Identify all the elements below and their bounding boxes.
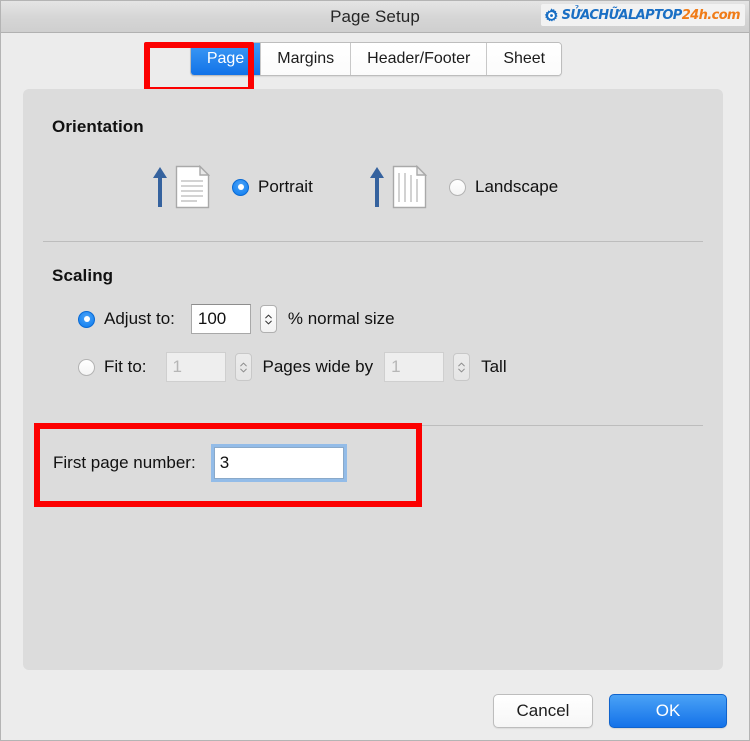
radio-portrait[interactable] — [232, 178, 249, 196]
orientation-portrait-group[interactable]: Portrait — [151, 165, 313, 209]
fit-pages-tall-input[interactable]: 1 — [384, 352, 445, 382]
ok-button[interactable]: OK — [609, 694, 727, 728]
orientation-landscape-group[interactable]: Landscape — [368, 165, 558, 209]
radio-portrait-label: Portrait — [258, 177, 313, 196]
scaling-fit-row[interactable]: Fit to: 1 Pages wide by 1 Tall — [78, 352, 507, 382]
site-watermark-logo: SỬACHỮALAPTOP24h.com — [540, 4, 745, 26]
watermark-text-24h: 24h — [681, 7, 708, 23]
cancel-button[interactable]: Cancel — [493, 694, 593, 728]
radio-adjust-to[interactable] — [78, 310, 95, 328]
fit-pages-wide-input[interactable]: 1 — [165, 352, 226, 382]
orientation-section-title: Orientation — [52, 117, 144, 136]
landscape-page-icon — [368, 165, 427, 209]
watermark-text-tld: .com — [707, 7, 740, 23]
fit-pages-tall-stepper[interactable] — [453, 353, 471, 381]
scaling-section-title: Scaling — [52, 266, 114, 285]
first-page-number-label: First page number: — [53, 453, 196, 472]
fit-pages-wide-by-label: Pages wide by — [262, 357, 374, 376]
portrait-page-icon — [151, 165, 210, 209]
radio-fit-to-label: Fit to: — [104, 357, 147, 376]
scaling-adjust-row[interactable]: Adjust to: 100 % normal size — [78, 304, 395, 334]
adjust-percent-suffix-label: % normal size — [287, 309, 395, 328]
divider-scaling-firstpage — [43, 425, 703, 426]
first-page-number-row[interactable]: First page number: 3 — [53, 444, 347, 482]
gear-icon — [544, 7, 559, 23]
radio-landscape-label: Landscape — [475, 177, 559, 196]
page-settings-panel: Orientation Portrait Landscape Scaling A… — [23, 89, 723, 670]
tab-sheet[interactable]: Sheet — [487, 43, 562, 75]
radio-fit-to[interactable] — [78, 358, 95, 376]
page-setup-dialog: Page Setup SỬACHỮALAPTOP24h.com Page Mar… — [0, 0, 750, 741]
dialog-titlebar: Page Setup SỬACHỮALAPTOP24h.com — [1, 1, 749, 33]
tab-bar: Page Margins Header/Footer Sheet — [1, 33, 749, 85]
fit-tall-label: Tall — [481, 357, 507, 376]
adjust-percent-stepper[interactable] — [259, 305, 277, 333]
tab-header-footer[interactable]: Header/Footer — [351, 43, 488, 75]
radio-landscape[interactable] — [449, 178, 466, 196]
radio-adjust-to-label: Adjust to: — [104, 309, 175, 328]
tab-margins[interactable]: Margins — [261, 43, 352, 75]
divider-orientation-scaling — [43, 241, 703, 242]
tab-page[interactable]: Page — [190, 43, 262, 75]
dialog-footer: Cancel OK — [493, 694, 727, 728]
adjust-percent-input[interactable]: 100 — [190, 304, 251, 334]
watermark-text-brand: SỬACHỮALAPTOP — [561, 7, 683, 23]
first-page-number-input[interactable]: 3 — [210, 444, 347, 482]
fit-pages-wide-stepper[interactable] — [234, 353, 252, 381]
page-title: Page Setup — [330, 6, 420, 26]
